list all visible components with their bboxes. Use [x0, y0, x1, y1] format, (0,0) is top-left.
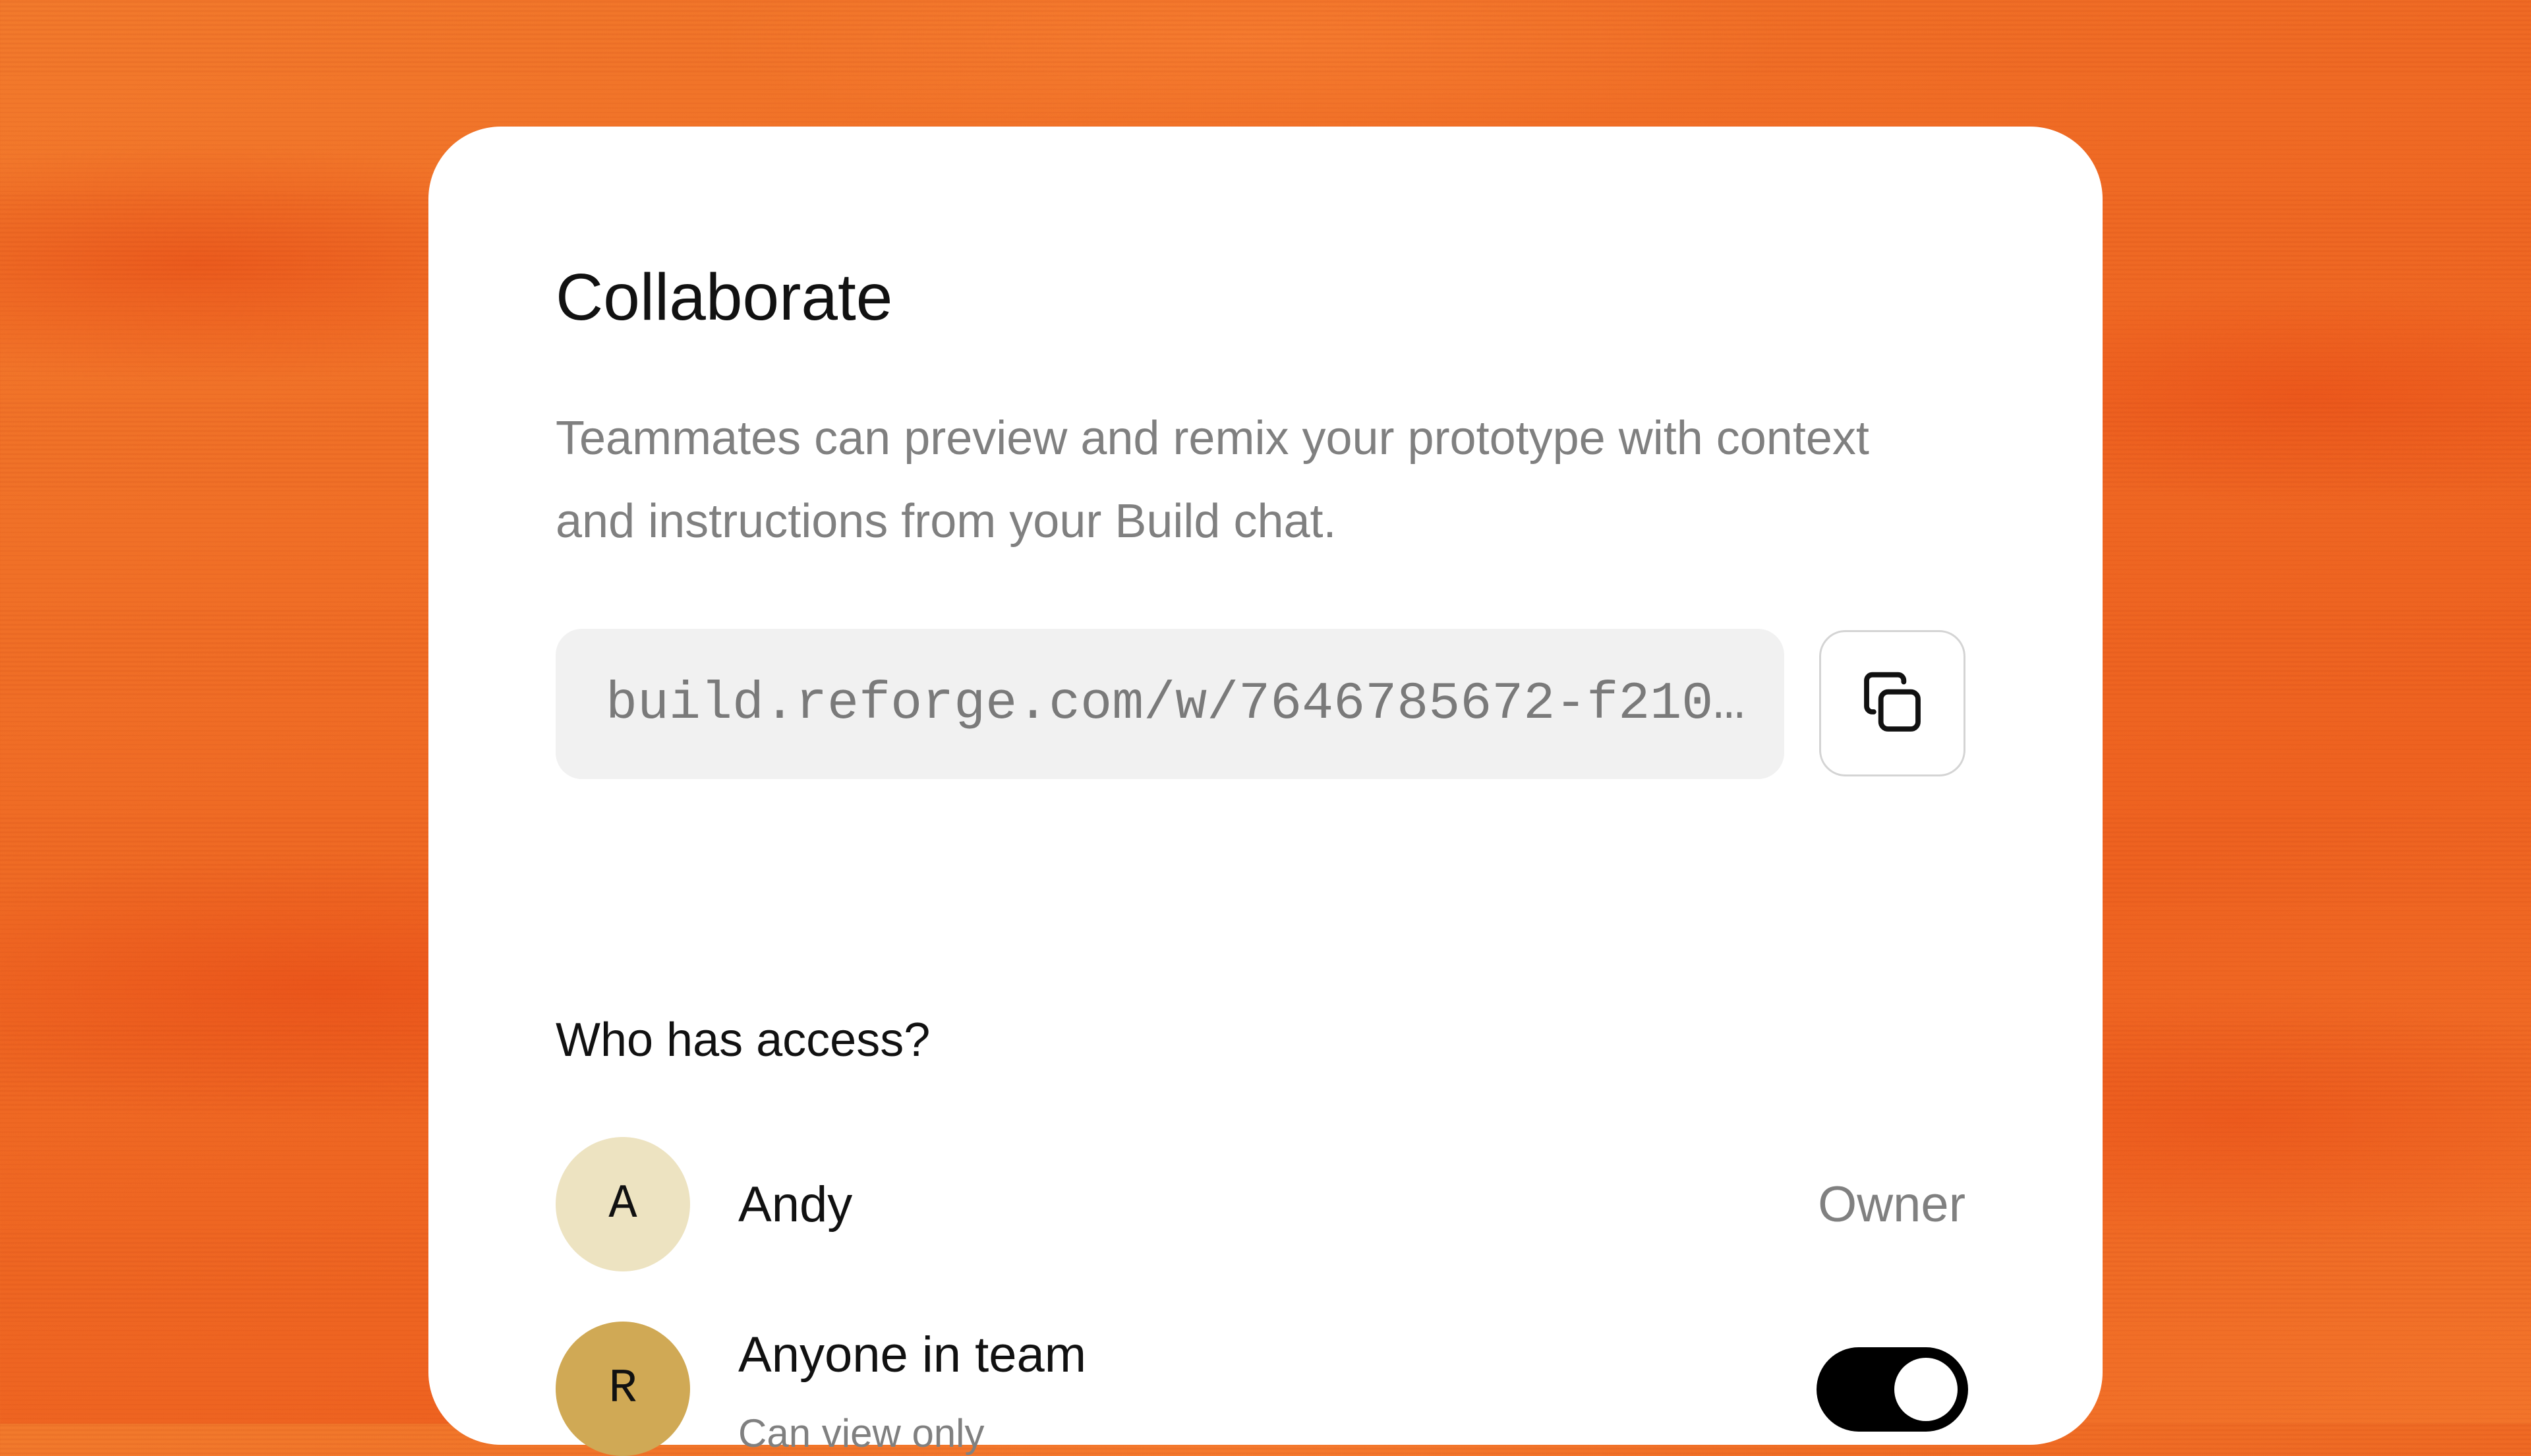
- member-name: Andy: [738, 1177, 853, 1233]
- team-access-name: Anyone in team: [738, 1327, 1087, 1383]
- dialog-description: Teammates can preview and remix your pro…: [556, 412, 1869, 548]
- share-url-field[interactable]: build.reforge.com/w/7646785672-f210…: [556, 629, 1784, 779]
- avatar: R: [556, 1322, 690, 1456]
- copy-link-button[interactable]: [1819, 630, 1965, 776]
- team-access-toggle[interactable]: [1817, 1347, 1968, 1432]
- toggle-knob: [1894, 1358, 1958, 1421]
- share-url-text: build.reforge.com/w/7646785672-f210…: [606, 674, 1745, 734]
- collaborate-dialog: Collaborate Teammates can preview and re…: [428, 127, 2103, 1456]
- team-access-permission: Can view only: [738, 1411, 985, 1455]
- member-role: Owner: [1818, 1177, 1965, 1233]
- dialog-title: Collaborate: [556, 260, 893, 334]
- copy-icon: [1864, 672, 1921, 732]
- avatar: A: [556, 1137, 690, 1271]
- page-background: { "dialog": { "title": "Collaborate", "d…: [0, 0, 2531, 1456]
- access-heading: Who has access?: [556, 1014, 931, 1066]
